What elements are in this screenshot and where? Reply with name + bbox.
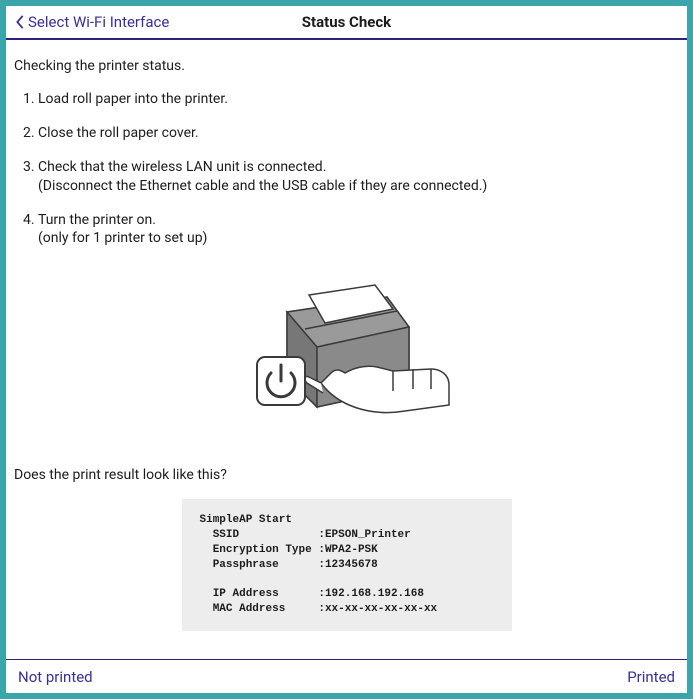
step-subnote: (only for 1 printer to set up) [38, 229, 679, 247]
step-item: Close the roll paper cover. [38, 124, 679, 142]
sample-printout: SimpleAP Start SSID :EPSON_Printer Encry… [182, 499, 512, 631]
printout-header: SimpleAP Start [200, 514, 292, 526]
app-frame: Select Wi-Fi Interface Status Check Chec… [0, 0, 693, 699]
footer-bar: Not printed Printed [6, 659, 687, 693]
not-printed-button[interactable]: Not printed [18, 668, 93, 686]
step-item: Load roll paper into the printer. [38, 90, 679, 108]
printout-row-value: EPSON_Printer [325, 529, 411, 541]
printout-row-value: xx-xx-xx-xx-xx-xx [325, 603, 437, 615]
screen: Select Wi-Fi Interface Status Check Chec… [6, 6, 687, 693]
chevron-left-icon [14, 14, 26, 30]
printout-row-label: SSID [213, 529, 239, 541]
back-button[interactable]: Select Wi-Fi Interface [14, 13, 169, 31]
step-item: Check that the wireless LAN unit is conn… [38, 158, 679, 194]
content-area: Checking the printer status. Load roll p… [6, 40, 687, 659]
step-subnote: (Disconnect the Ethernet cable and the U… [38, 177, 679, 195]
printout-row-label: Passphrase [213, 559, 279, 571]
printed-button[interactable]: Printed [627, 668, 675, 686]
navigation-bar: Select Wi-Fi Interface Status Check [6, 6, 687, 40]
printout-row-label: MAC Address [213, 603, 286, 615]
intro-text: Checking the printer status. [14, 58, 679, 74]
printout-row-value: 192.168.192.168 [325, 588, 424, 600]
power-button [257, 357, 305, 405]
back-label: Select Wi-Fi Interface [28, 13, 169, 31]
question-text: Does the print result look like this? [14, 467, 679, 483]
printout-row-label: Encryption Type [213, 544, 312, 556]
step-text: Turn the printer on. [38, 212, 156, 228]
step-item: Turn the printer on. (only for 1 printer… [38, 211, 679, 247]
step-text: Check that the wireless LAN unit is conn… [38, 159, 326, 175]
printout-row-value: WPA2-PSK [325, 544, 378, 556]
printer-illustration [217, 257, 477, 447]
step-list: Load roll paper into the printer. Close … [14, 90, 679, 247]
printout-row-value: 12345678 [325, 559, 378, 571]
illustration [14, 257, 679, 451]
step-text: Close the roll paper cover. [38, 125, 199, 141]
step-text: Load roll paper into the printer. [38, 91, 228, 107]
printout-row-label: IP Address [213, 588, 279, 600]
